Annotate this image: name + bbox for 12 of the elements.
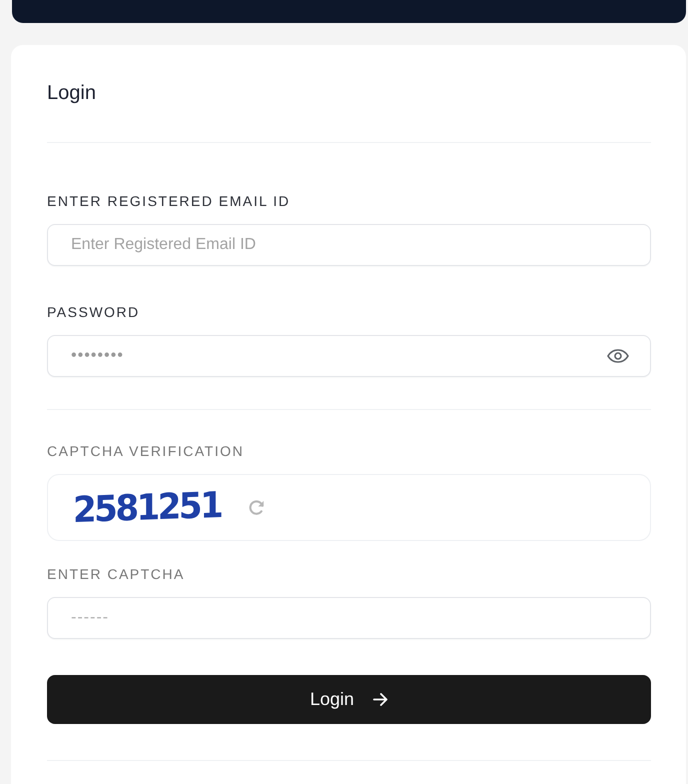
input-field[interactable]: ------	[47, 597, 651, 639]
field-label: ENTER CAPTCHA	[47, 565, 185, 583]
captcha-code: 2581251	[73, 486, 222, 529]
password-field[interactable]: ••••••••	[47, 335, 651, 377]
login-button[interactable]: Login	[47, 675, 651, 724]
eye-icon[interactable]	[607, 349, 629, 363]
card-title: Login	[47, 81, 96, 105]
input-field[interactable]: Enter Registered Email ID	[47, 224, 651, 266]
field-label: ENTER REGISTERED EMAIL ID	[47, 192, 290, 210]
arrow-right-icon	[373, 693, 388, 706]
field-label: CAPTCHA VERIFICATION	[47, 442, 244, 460]
field-label: PASSWORD	[47, 303, 140, 321]
